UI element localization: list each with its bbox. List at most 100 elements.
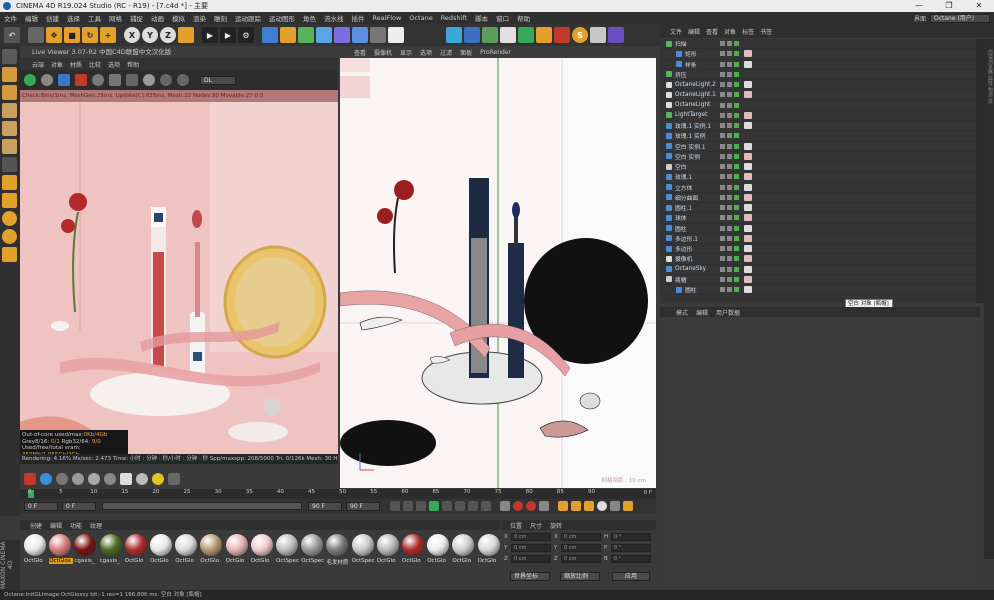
enable-check-icon[interactable] (734, 92, 739, 98)
enable-check-icon[interactable] (734, 112, 739, 118)
workplane-icon[interactable] (2, 193, 17, 208)
render-dot-icon[interactable] (727, 235, 732, 241)
visibility-dot-icon[interactable] (720, 215, 725, 221)
subdivision-icon[interactable] (298, 27, 314, 43)
render-dot-icon[interactable] (727, 153, 732, 159)
light-icon[interactable] (388, 27, 404, 43)
menu-item[interactable]: 文件 (0, 13, 21, 23)
points-mode-icon[interactable] (2, 103, 17, 118)
key-scale-icon[interactable] (571, 501, 581, 511)
s-plugin-icon[interactable] (2, 211, 17, 226)
coordinates-tab[interactable]: 旋转 (550, 521, 562, 530)
next-key-icon[interactable] (455, 501, 465, 511)
object-list-scrollbar[interactable] (976, 39, 984, 303)
render-dot-icon[interactable] (727, 71, 732, 77)
menu-item[interactable]: 创建 (42, 13, 63, 23)
live-viewer-menu-item[interactable]: 选项 (108, 60, 120, 69)
visibility-dot-icon[interactable] (720, 184, 725, 190)
render-dot-icon[interactable] (727, 246, 732, 252)
enable-check-icon[interactable] (734, 184, 739, 190)
lock-icon[interactable] (109, 74, 121, 86)
move-icon[interactable]: ✥ (46, 27, 62, 43)
material-tag-icon[interactable] (744, 245, 752, 253)
octane-light-icon[interactable] (500, 27, 516, 43)
y-axis-button[interactable]: Y (142, 27, 158, 43)
enable-check-icon[interactable] (734, 153, 739, 159)
material-tag-icon[interactable] (744, 265, 752, 273)
live-viewer-menu-item[interactable]: 云端 (32, 60, 44, 69)
material-tag-icon[interactable] (744, 50, 752, 58)
go-end-icon[interactable] (468, 501, 478, 511)
enable-check-icon[interactable] (734, 123, 739, 129)
material-tag-icon[interactable] (744, 91, 752, 99)
enable-check-icon[interactable] (734, 287, 739, 293)
send-scene-icon[interactable] (24, 74, 36, 86)
object-row[interactable]: 瓶帽 (660, 275, 980, 285)
enable-check-icon[interactable] (734, 71, 739, 77)
frame-start-field[interactable]: 0 F (24, 501, 58, 511)
material-swatch[interactable]: OctGlos (49, 534, 74, 564)
plugin-icon[interactable] (608, 27, 624, 43)
prev-frame-icon[interactable] (416, 501, 426, 511)
white-bg-icon[interactable] (120, 473, 132, 485)
object-row[interactable]: OctaneSky (660, 265, 980, 275)
material-tag-icon[interactable] (744, 122, 752, 130)
visibility-dot-icon[interactable] (720, 164, 725, 170)
visibility-dot-icon[interactable] (720, 225, 725, 231)
material-tag-icon[interactable] (744, 234, 752, 242)
sun-icon[interactable] (152, 473, 164, 485)
live-viewer-menu-item[interactable]: 帮助 (127, 60, 139, 69)
menu-item[interactable]: 模拟 (168, 13, 189, 23)
viewport-menu-item[interactable]: 查看 (354, 48, 366, 57)
render-dot-icon[interactable] (727, 164, 732, 170)
object-row[interactable]: 摄像机 (660, 254, 980, 265)
frame-range-slider[interactable] (102, 502, 302, 510)
visibility-dot-icon[interactable] (720, 92, 725, 98)
object-row[interactable]: 玫瑰.1 实例 (660, 131, 980, 142)
visibility-dot-icon[interactable] (720, 287, 725, 293)
render-dot-icon[interactable] (727, 184, 732, 190)
viewport-wireframe[interactable]: 网格间距 : 10 cm (340, 58, 656, 488)
timeline-ruler[interactable]: 0 F 0 5 10 15 20 25 30 35 40 45 50 55 60 65 70 75 80 85 90 (20, 489, 656, 499)
material-menu-item[interactable]: 功能 (70, 521, 82, 530)
undo-icon[interactable]: ↶ (4, 27, 20, 43)
hook-tool-icon[interactable] (2, 247, 17, 262)
enable-check-icon[interactable] (734, 225, 739, 231)
keyframe-selection-icon[interactable] (539, 501, 549, 511)
visibility-dot-icon[interactable] (720, 51, 725, 57)
object-row[interactable]: 矩形 (660, 49, 980, 60)
visibility-dot-icon[interactable] (720, 276, 725, 282)
make-editable-icon[interactable] (2, 49, 17, 64)
material-picker-icon[interactable] (177, 74, 189, 86)
material-tag-icon[interactable] (744, 214, 752, 222)
object-row[interactable]: 挤压 (660, 70, 980, 80)
menu-item[interactable]: Octane (405, 14, 436, 22)
menu-item[interactable]: 流水线 (320, 13, 348, 23)
key-param-icon[interactable] (597, 501, 607, 511)
menu-item[interactable]: 窗口 (492, 13, 513, 23)
octane-settings-icon[interactable] (464, 27, 480, 43)
loop-icon[interactable] (481, 501, 491, 511)
select-icon[interactable] (28, 27, 44, 43)
coordinate-mode-select[interactable]: 世界坐标 (510, 572, 550, 581)
material-swatch[interactable]: OctGlo (477, 534, 502, 564)
render-dot-icon[interactable] (727, 266, 732, 272)
enable-check-icon[interactable] (734, 235, 739, 241)
material-tag-icon[interactable] (744, 173, 752, 181)
visibility-dot-icon[interactable] (720, 174, 725, 180)
coordinate-value-field[interactable]: 0 cm (511, 544, 551, 552)
material-swatch[interactable]: OctGlo (402, 534, 426, 564)
menu-item[interactable]: 运动图形 (265, 13, 299, 23)
menu-item[interactable]: 雕刻 (210, 13, 231, 23)
visibility-dot-icon[interactable] (720, 133, 725, 139)
material-tag-icon[interactable] (744, 111, 752, 119)
render-dot-icon[interactable] (727, 51, 732, 57)
enable-check-icon[interactable] (734, 133, 739, 139)
render-view-icon[interactable]: ▶ (202, 27, 218, 43)
enable-check-icon[interactable] (734, 256, 739, 262)
render-gear-icon[interactable] (590, 27, 606, 43)
polygons-mode-icon[interactable] (2, 139, 17, 154)
material-swatch[interactable]: OctGlo (175, 534, 199, 564)
menu-item[interactable]: 网格 (105, 13, 126, 23)
object-row[interactable]: 多边形 (660, 244, 980, 255)
